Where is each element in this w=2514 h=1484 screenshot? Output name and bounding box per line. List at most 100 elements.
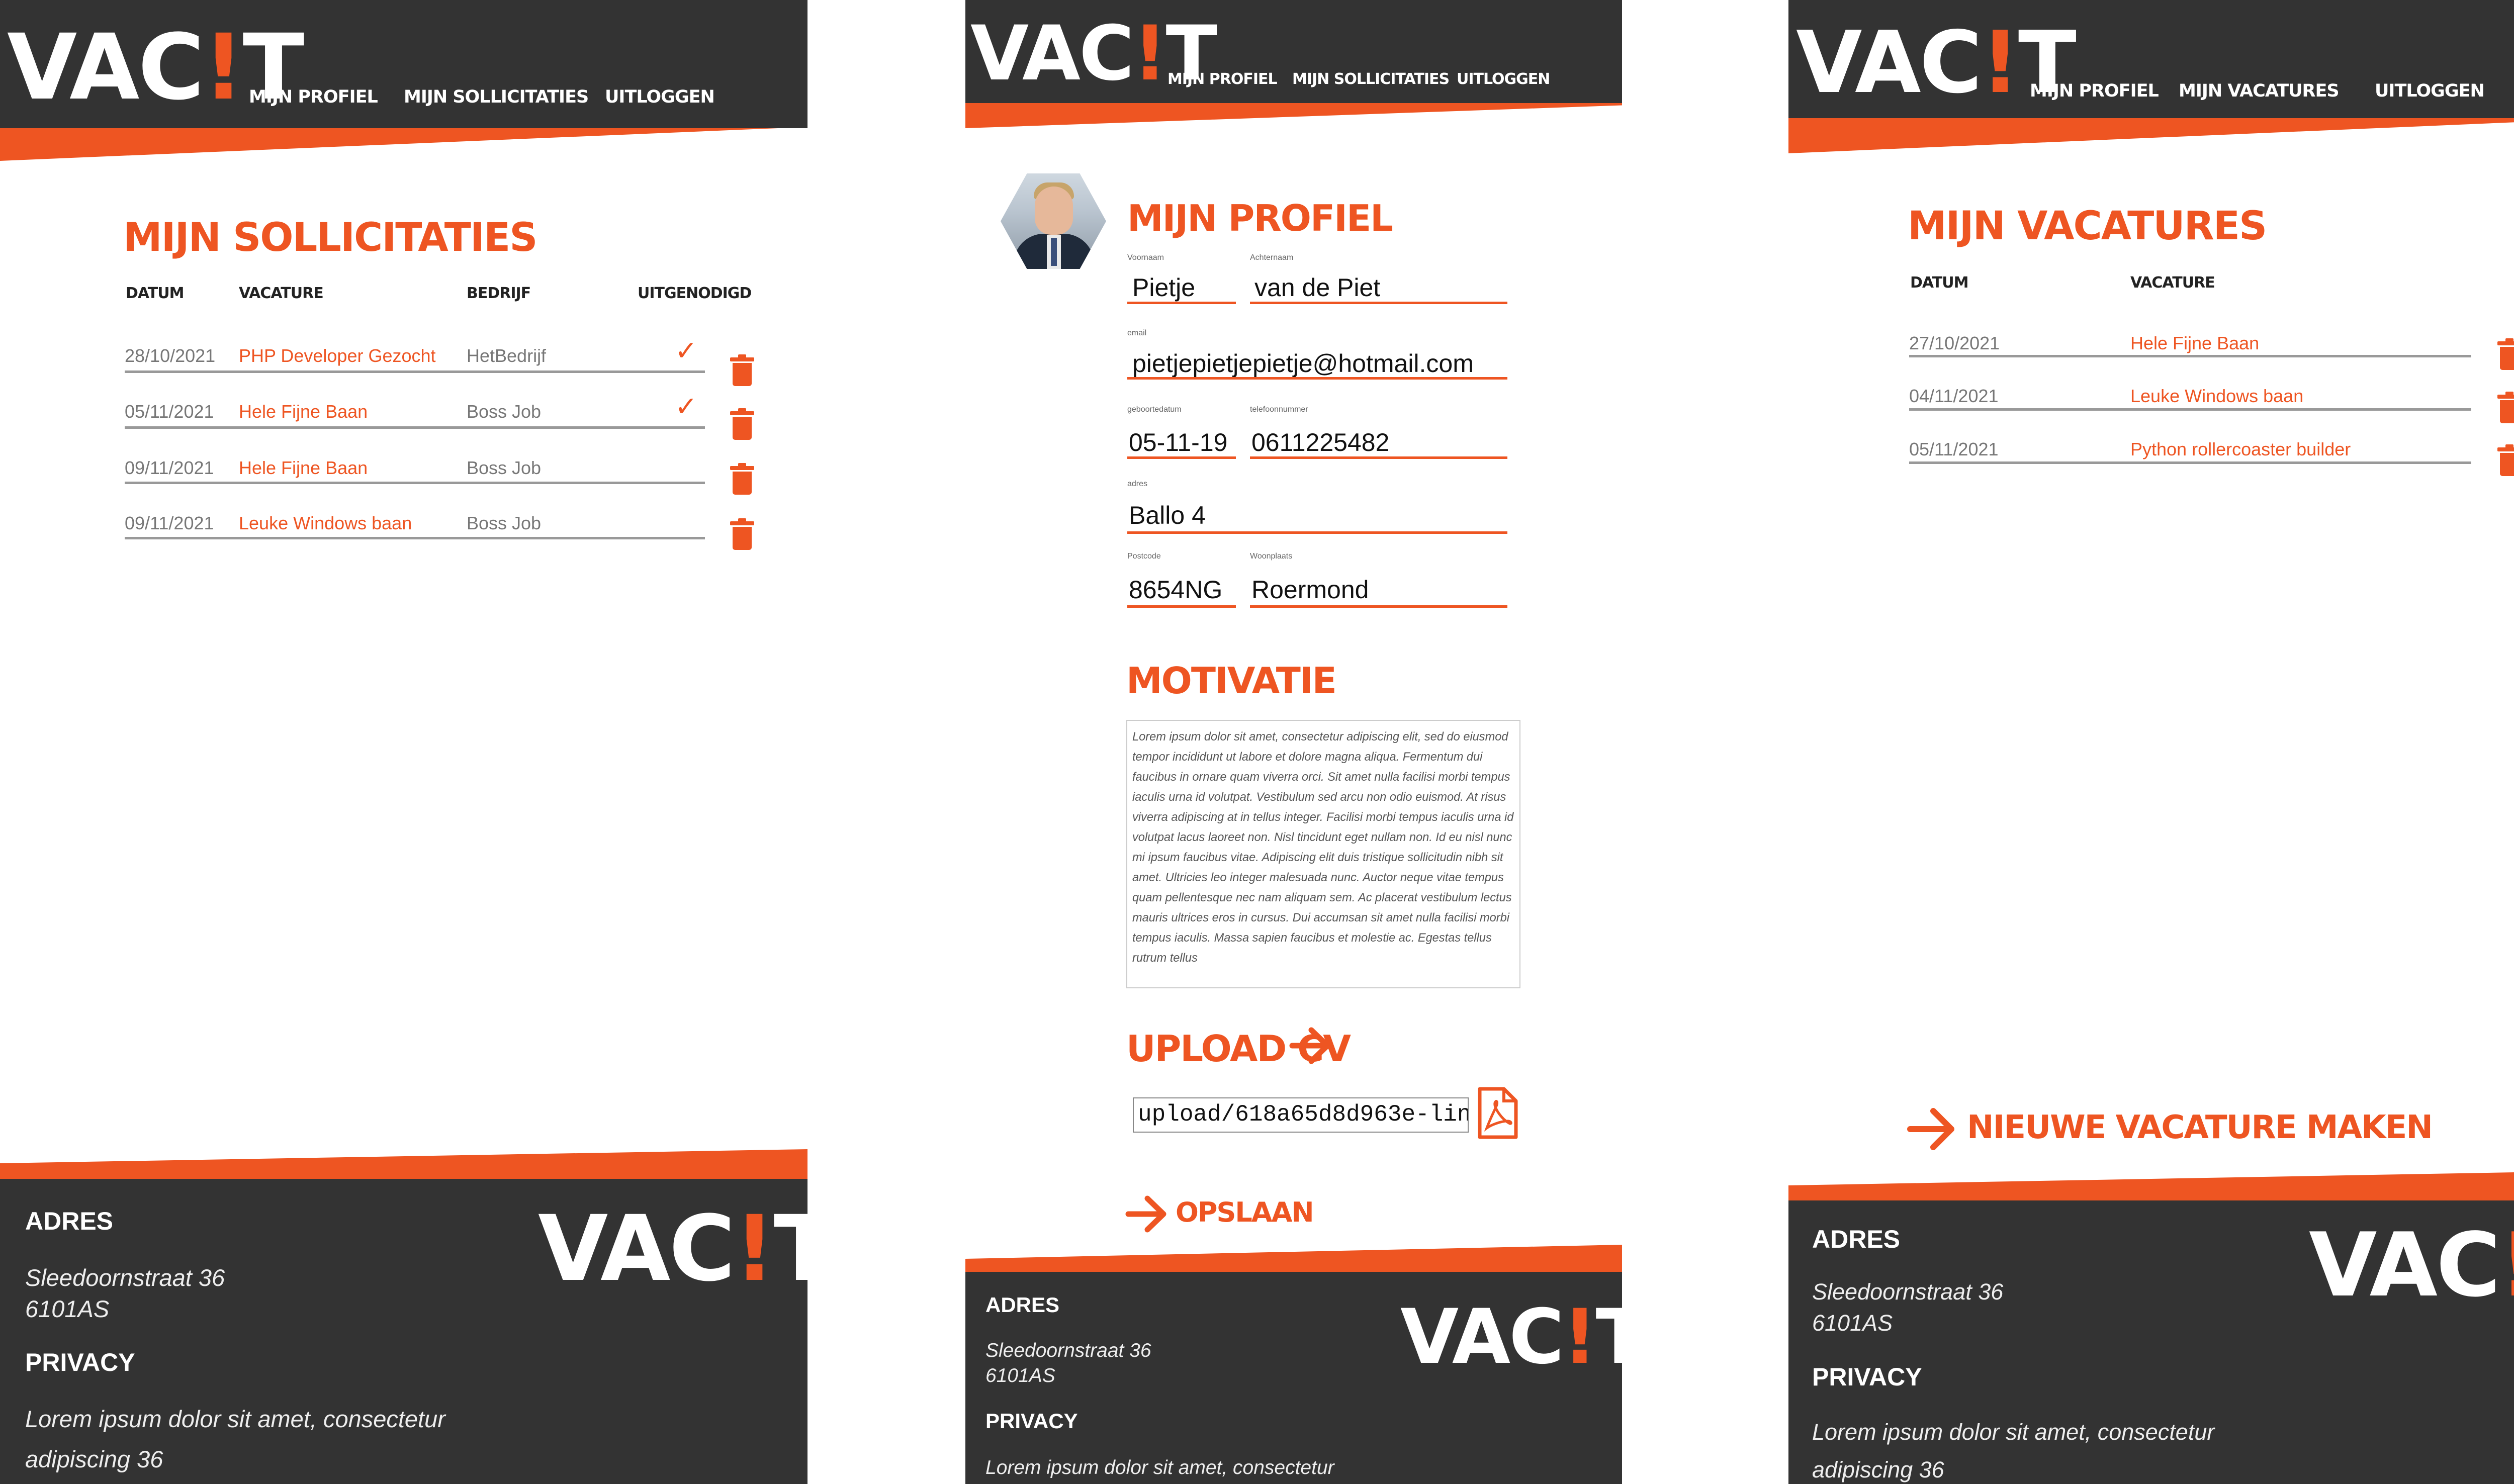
footer-vacit-logo: VAC!T — [1400, 1300, 1622, 1375]
footer-postcode: 6101AS — [1812, 1310, 1893, 1336]
logo-text: VAC — [538, 1196, 735, 1302]
profiel-screen: VAC!T MIJN PROFIEL MIJN SOLLICITATIES UI… — [965, 0, 1622, 1484]
footer-street: Sleedoornstraat 36 — [25, 1264, 225, 1291]
column-header-vacature: VACATURE — [239, 285, 324, 302]
column-header-uitgenodigd: UITGENODIGD — [638, 285, 752, 302]
logo-bang: ! — [203, 15, 244, 120]
telefoon-field[interactable]: 0611225482 — [1251, 428, 1389, 457]
trash-icon[interactable] — [730, 408, 754, 440]
row-date: 05/11/2021 — [125, 401, 214, 422]
motivatie-title: MOTIVATIE — [1126, 660, 1337, 702]
trash-icon[interactable] — [2497, 444, 2514, 477]
footer-adres-title: ADRES — [25, 1207, 114, 1235]
vacatures-screen: VAC!T MIJN PROFIEL MIJN VACATURES UITLOG… — [1788, 0, 2514, 1484]
footer-postcode: 6101AS — [25, 1295, 110, 1322]
column-header-bedrijf: BEDRIJF — [467, 285, 531, 302]
pdf-file-icon[interactable] — [1476, 1086, 1519, 1140]
footer-street: Sleedoornstraat 36 — [985, 1340, 1151, 1361]
row-vacature-link[interactable]: Python rollercoaster builder — [2130, 439, 2351, 460]
arrow-right-icon[interactable] — [1289, 1025, 1332, 1066]
row-date: 09/11/2021 — [125, 513, 214, 533]
motivatie-textarea[interactable]: Lorem ipsum dolor sit amet, consectetur … — [1126, 720, 1520, 988]
logo-bang: ! — [1563, 1293, 1597, 1381]
nav-mijn-sollicitaties[interactable]: MIJN SOLLICITATIES — [1292, 70, 1450, 88]
row-bedrijf: HetBedrijf — [467, 345, 547, 366]
row-date: 04/11/2021 — [1909, 386, 1999, 406]
row-bedrijf: Boss Job — [467, 513, 542, 533]
profile-avatar[interactable] — [1001, 173, 1106, 269]
label-achternaam: Achternaam — [1250, 253, 1294, 262]
footer-privacy-text-2: adipiscing 36 — [1812, 1457, 1944, 1482]
row-vacature-link[interactable]: Leuke Windows baan — [2130, 386, 2303, 407]
trash-icon[interactable] — [730, 463, 754, 495]
logo-text-end: T — [773, 1196, 807, 1302]
footer-adres-title: ADRES — [1812, 1225, 1901, 1253]
footer-privacy-title: PRIVACY — [25, 1348, 135, 1376]
check-icon: ✓ — [675, 391, 698, 422]
cv-file-path: upload/618a65d8d963e-linux-lo — [1138, 1101, 1468, 1128]
achternaam-field[interactable]: van de Piet — [1254, 273, 1380, 302]
page-title: MIJN PROFIEL — [1127, 197, 1393, 239]
footer-vacit-logo: VAC!T — [2309, 1222, 2514, 1310]
nav-mijn-profiel[interactable]: MIJN PROFIEL — [2030, 81, 2159, 101]
check-icon: ✓ — [675, 335, 698, 366]
nav-mijn-profiel[interactable]: MIJN PROFIEL — [249, 87, 378, 107]
email-field[interactable]: pietjepietjepietje@hotmail.com — [1132, 349, 1474, 378]
logo-text: VAC — [1796, 13, 1982, 113]
nav-mijn-profiel[interactable]: MIJN PROFIEL — [1168, 70, 1278, 88]
trash-icon[interactable] — [730, 354, 754, 387]
logo-text: VAC — [7, 15, 204, 120]
row-vacature-link[interactable]: Leuke Windows baan — [239, 513, 412, 534]
new-vacancy-button[interactable]: NIEUWE VACATURE MAKEN — [1967, 1109, 2433, 1146]
page-title: MIJN SOLLICITATIES — [123, 215, 537, 260]
cv-file-input[interactable]: upload/618a65d8d963e-linux-lo — [1133, 1097, 1469, 1133]
label-geboortedatum: geboortedatum — [1127, 405, 1182, 414]
footer-privacy-text: Lorem ipsum dolor sit amet, consectetur — [985, 1457, 1334, 1478]
arrow-right-icon[interactable] — [1125, 1193, 1169, 1235]
row-divider — [125, 426, 705, 429]
woonplaats-underline — [1250, 605, 1507, 608]
logo-bang: ! — [2499, 1215, 2514, 1317]
adres-field[interactable]: Ballo 4 — [1129, 501, 1206, 530]
logo-text: VAC — [1400, 1293, 1564, 1381]
row-vacature-link[interactable]: PHP Developer Gezocht — [239, 345, 436, 366]
row-vacature-link[interactable]: Hele Fijne Baan — [239, 457, 368, 479]
nav-uitloggen[interactable]: UITLOGGEN — [2375, 81, 2485, 101]
row-divider — [125, 370, 705, 373]
email-underline — [1127, 377, 1507, 380]
arrow-right-icon[interactable] — [1907, 1106, 1957, 1152]
logo-bang: ! — [1133, 10, 1167, 98]
footer-privacy-title: PRIVACY — [985, 1409, 1078, 1433]
postcode-field[interactable]: 8654NG — [1129, 575, 1222, 604]
row-vacature-link[interactable]: Hele Fijne Baan — [2130, 333, 2259, 354]
trash-icon[interactable] — [730, 518, 754, 550]
footer-vacit-logo: VAC!T — [538, 1204, 807, 1294]
logo-text: VAC — [2309, 1215, 2500, 1317]
row-date: 28/10/2021 — [125, 345, 216, 366]
nav-uitloggen[interactable]: UITLOGGEN — [605, 87, 715, 107]
logo-text: VAC — [970, 10, 1134, 98]
woonplaats-field[interactable]: Roermond — [1251, 575, 1369, 604]
nav-mijn-vacatures[interactable]: MIJN VACATURES — [2179, 81, 2340, 101]
row-divider — [1909, 355, 2471, 357]
row-vacature-link[interactable]: Hele Fijne Baan — [239, 401, 368, 422]
postcode-underline — [1127, 605, 1236, 608]
row-divider — [125, 482, 705, 484]
trash-icon[interactable] — [2497, 392, 2514, 424]
footer-adres-title: ADRES — [985, 1293, 1060, 1317]
label-postcode: Postcode — [1127, 552, 1161, 561]
row-date: 27/10/2021 — [1909, 333, 2000, 353]
save-button[interactable]: OPSLAAN — [1176, 1196, 1314, 1228]
voornaam-field[interactable]: Pietje — [1132, 273, 1195, 302]
row-divider — [125, 537, 705, 539]
nav-mijn-sollicitaties[interactable]: MIJN SOLLICITATIES — [404, 87, 589, 107]
row-bedrijf: Boss Job — [467, 401, 542, 422]
page-title: MIJN VACATURES — [1908, 204, 2267, 249]
geboortedatum-field[interactable]: 05-11-19 — [1129, 428, 1227, 457]
motivatie-text: Lorem ipsum dolor sit amet, consectetur … — [1132, 730, 1514, 965]
trash-icon[interactable] — [2497, 338, 2514, 370]
footer-privacy-text: Lorem ipsum dolor sit amet, consectetur — [25, 1406, 445, 1432]
column-header-datum: DATUM — [1910, 274, 1968, 292]
nav-uitloggen[interactable]: UITLOGGEN — [1457, 70, 1550, 88]
adres-underline — [1127, 531, 1507, 534]
